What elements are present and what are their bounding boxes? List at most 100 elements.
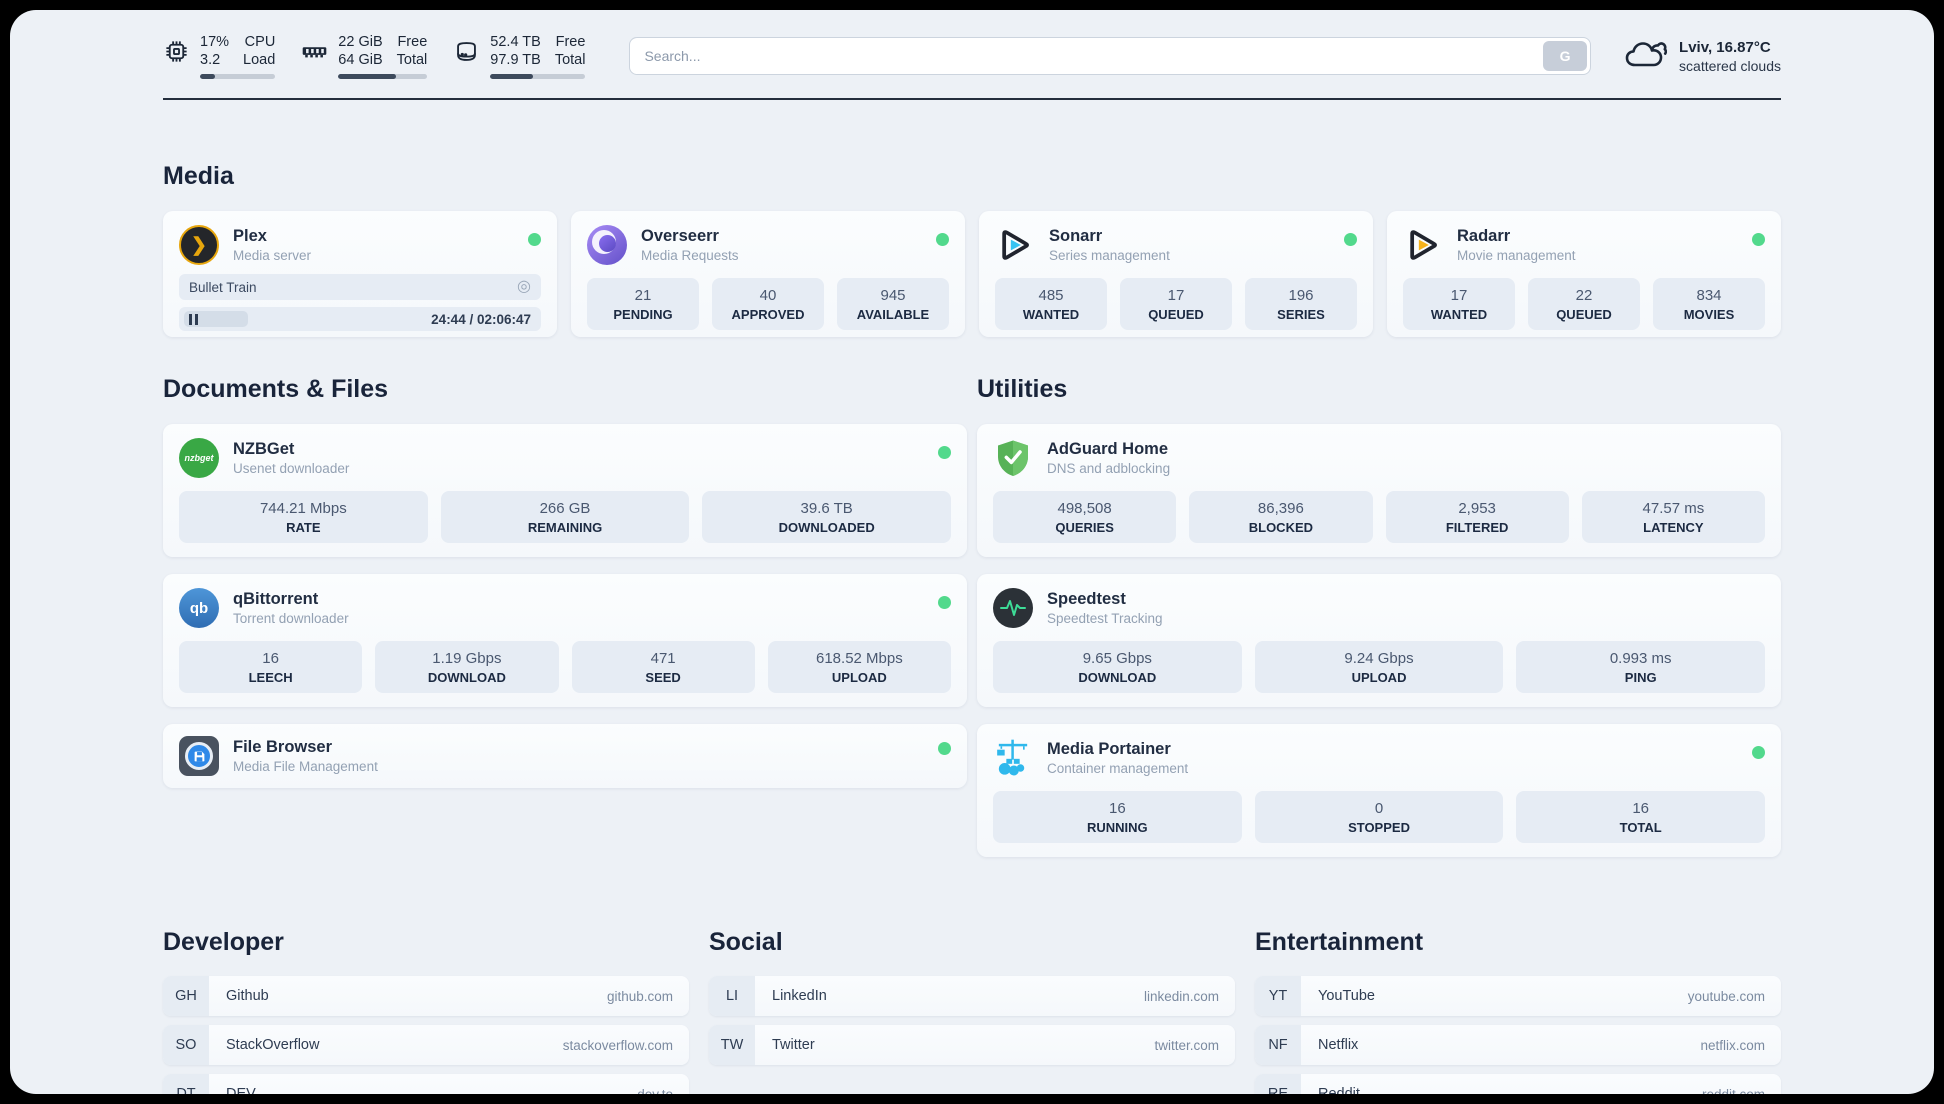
bookmark-url: github.com: [606, 988, 673, 1004]
app-name: NZBGet: [233, 440, 295, 458]
disk-free-label: Free: [555, 34, 586, 50]
bookmark-twitter[interactable]: TW Twitter twitter.com: [709, 1025, 1235, 1065]
status-online-dot: [936, 233, 949, 246]
bookmark-abbr: TW: [709, 1025, 755, 1065]
app-description: Movie management: [1457, 248, 1576, 263]
cpu-load-label: Load: [243, 52, 276, 68]
stat-wanted: 485 WANTED: [995, 278, 1107, 330]
weather-condition: scattered clouds: [1679, 57, 1781, 74]
section-title-developer: Developer: [163, 928, 284, 956]
now-playing-bar: Bullet Train ◎: [179, 274, 541, 300]
bookmark-name: Reddit: [1318, 1086, 1360, 1094]
ram-total-value: 64 GiB: [338, 52, 383, 68]
stat-stopped: 0 STOPPED: [1254, 791, 1504, 843]
app-description: Media Requests: [641, 248, 739, 263]
bookmarks-entertainment: Entertainment YT YouTube youtube.com NF …: [1255, 928, 1781, 1094]
cpu-usage-value: 17%: [200, 34, 230, 50]
bookmarks-social: Social LI LinkedIn linkedin.com TW Twitt…: [709, 928, 1235, 1094]
bookmark-dev[interactable]: DT DEV dev.to: [163, 1074, 689, 1094]
section-title-utilities: Utilities: [977, 375, 1068, 403]
app-description: Torrent downloader: [233, 611, 349, 626]
bookmark-name: DEV: [226, 1086, 256, 1094]
filebrowser-card[interactable]: File Browser Media File Management: [163, 724, 967, 788]
bookmark-youtube[interactable]: YT YouTube youtube.com: [1255, 976, 1781, 1016]
disk-free-value: 52.4 TB: [490, 34, 541, 50]
disk-total-label: Total: [554, 52, 586, 68]
speedtest-card[interactable]: Speedtest Speedtest Tracking 9.65 Gbps D…: [977, 574, 1781, 707]
status-online-dot: [938, 446, 951, 459]
stat-rate: 744.21 Mbps RATE: [179, 491, 428, 543]
adguard-card[interactable]: AdGuard Home DNS and adblocking 498,508 …: [977, 424, 1781, 557]
pause-icon: [189, 313, 192, 325]
bookmark-url: stackoverflow.com: [562, 1037, 673, 1053]
bookmark-name: Netflix: [1318, 1037, 1359, 1053]
status-online-dot: [1752, 746, 1765, 759]
app-name: qBittorrent: [233, 590, 319, 608]
overseerr-icon: [587, 225, 627, 265]
stat-queued: 22 QUEUED: [1528, 278, 1640, 330]
playback-time: 24:44 / 02:06:47: [431, 311, 531, 327]
header-divider: [163, 98, 1781, 100]
stat-seed: 471 SEED: [571, 641, 755, 693]
stat-wanted: 17 WANTED: [1403, 278, 1515, 330]
top-bar: 17% 3.2 CPU Load 22 GiB 64 GiB Free Tota…: [163, 10, 1781, 79]
stat-running: 16 RUNNING: [993, 791, 1242, 843]
stat-blocked: 86,396 BLOCKED: [1189, 491, 1373, 543]
bookmark-github[interactable]: GH Github github.com: [163, 976, 689, 1016]
ram-progress-bar: [338, 74, 428, 79]
search-input[interactable]: [629, 37, 1592, 75]
media-card-row: ❯ Plex Media server Bullet Train ◎ 24:44…: [163, 211, 1781, 337]
sonarr-icon: [995, 225, 1035, 265]
session-target-icon: ◎: [517, 278, 531, 295]
stat-approved: 40 APPROVED: [712, 278, 824, 330]
bookmark-url: netflix.com: [1700, 1037, 1765, 1053]
app-description: DNS and adblocking: [1047, 461, 1171, 476]
app-description: Speedtest Tracking: [1047, 611, 1163, 626]
stat-queries: 498,508 QUERIES: [993, 491, 1177, 543]
bookmark-url: twitter.com: [1154, 1037, 1219, 1053]
bookmark-name: StackOverflow: [226, 1037, 320, 1053]
bookmark-netflix[interactable]: NF Netflix netflix.com: [1255, 1025, 1781, 1065]
qbittorrent-card[interactable]: qb qBittorrent Torrent downloader 16 LEE…: [163, 574, 967, 707]
bookmark-linkedin[interactable]: LI LinkedIn linkedin.com: [709, 976, 1235, 1016]
radarr-card[interactable]: Radarr Movie management 17 WANTED 22 QUE…: [1387, 211, 1781, 337]
disk-total-value: 97.9 TB: [490, 52, 541, 68]
bookmark-stackoverflow[interactable]: SO StackOverflow stackoverflow.com: [163, 1025, 689, 1065]
portainer-card[interactable]: Media Portainer Container management 16 …: [977, 724, 1781, 857]
speedtest-icon: [993, 588, 1033, 628]
stat-latency: 47.57 ms LATENCY: [1581, 491, 1765, 543]
section-title-media: Media: [163, 162, 234, 190]
bookmark-reddit[interactable]: RE Reddit reddit.com: [1255, 1074, 1781, 1094]
overseerr-card[interactable]: Overseerr Media Requests 21 PENDING 40 A…: [571, 211, 965, 337]
plex-card[interactable]: ❯ Plex Media server Bullet Train ◎ 24:44…: [163, 211, 557, 337]
nzbget-card[interactable]: nzbget NZBGet Usenet downloader 744.21 M…: [163, 424, 967, 557]
weather-location: Lviv, 16.87°C: [1679, 38, 1771, 56]
hard-drive-icon: [453, 33, 480, 70]
bookmark-name: Twitter: [772, 1037, 815, 1053]
bookmark-url: youtube.com: [1687, 988, 1765, 1004]
ram-total-label: Total: [396, 52, 428, 68]
nzbget-icon: nzbget: [179, 438, 219, 478]
portainer-icon: [993, 738, 1033, 778]
bookmark-name: YouTube: [1318, 988, 1375, 1004]
app-description: Usenet downloader: [233, 461, 350, 476]
playback-progress-fill: [184, 311, 248, 327]
stat-filtered: 2,953 FILTERED: [1385, 491, 1569, 543]
status-online-dot: [1752, 233, 1765, 246]
app-name: Radarr: [1457, 227, 1511, 245]
utilities-column: Utilities AdGuard Home DNS and adblockin…: [977, 375, 1781, 874]
bookmark-abbr: DT: [163, 1074, 209, 1094]
documents-column: Documents & Files nzbget NZBGet Usenet d…: [163, 375, 967, 874]
stat-available: 945 AVAILABLE: [837, 278, 949, 330]
bookmark-name: Github: [226, 988, 269, 1004]
cpu-progress-bar: [200, 74, 276, 79]
sonarr-card[interactable]: Sonarr Series management 485 WANTED 17 Q…: [979, 211, 1373, 337]
plex-icon: ❯: [179, 225, 219, 265]
section-title-social: Social: [709, 928, 783, 956]
app-description: Series management: [1049, 248, 1170, 263]
search-engine-button[interactable]: G: [1543, 41, 1588, 71]
bookmark-abbr: SO: [163, 1025, 209, 1065]
app-name: AdGuard Home: [1047, 440, 1169, 458]
search-bar: G: [629, 37, 1592, 75]
status-online-dot: [1344, 233, 1357, 246]
